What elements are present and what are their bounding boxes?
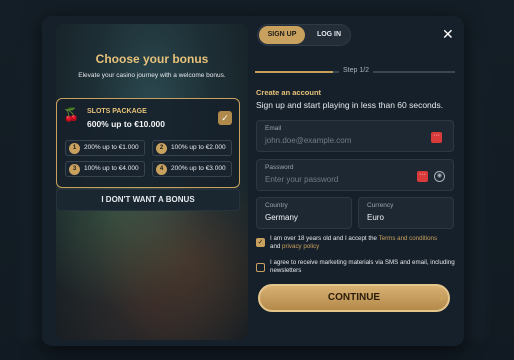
age-consent-checkbox[interactable]: ✓ <box>256 238 265 247</box>
terms-link[interactable]: Terms and conditions <box>379 235 437 242</box>
marketing-consent-text: I agree to receive marketing materials v… <box>270 259 455 274</box>
tier-item: 3 100% up to €4.000 <box>65 161 145 177</box>
country-select[interactable]: Country Germany <box>256 197 352 229</box>
password-manager-icon[interactable]: ··· <box>431 132 442 143</box>
package-amount: 600% up to €10.000 <box>87 119 165 129</box>
email-label: Email <box>265 125 282 132</box>
tier-item: 1 200% up to €1.000 <box>65 140 145 156</box>
form-heading: Create an account <box>256 88 322 97</box>
close-icon[interactable]: ✕ <box>442 26 454 43</box>
cherry-icon: 🍒 <box>63 107 80 122</box>
currency-select[interactable]: Currency Euro <box>358 197 454 229</box>
bonus-title: Choose your bonus <box>95 52 209 66</box>
selected-check-icon: ✓ <box>218 111 232 125</box>
form-subheading: Sign up and start playing in less than 6… <box>256 100 444 110</box>
tier-item: 2 100% up to €2.000 <box>152 140 232 156</box>
auth-tabs: SIGN UP LOG IN <box>257 24 351 46</box>
tab-sign-up[interactable]: SIGN UP <box>259 26 305 44</box>
step-label: Step 1/2 <box>339 67 374 74</box>
currency-label: Currency <box>367 202 394 209</box>
password-manager-icon[interactable]: ··· <box>417 171 428 182</box>
email-field[interactable]: Email john.doe@example.com ··· <box>256 120 454 152</box>
signup-form: SIGN UP LOG IN ✕ Step 1/2 Create an acco… <box>254 16 464 346</box>
tier-text: 200% up to €3.000 <box>171 165 226 172</box>
package-name: SLOTS PACKAGE <box>87 108 147 115</box>
marketing-consent-checkbox[interactable] <box>256 263 265 272</box>
step-progress-fill <box>255 71 333 73</box>
registration-modal: Choose your bonus Elevate your casino jo… <box>42 16 464 346</box>
tab-log-in[interactable]: LOG IN <box>308 26 350 44</box>
tier-text: 100% up to €4.000 <box>84 165 139 172</box>
privacy-link[interactable]: privacy policy <box>282 243 319 250</box>
password-label: Password <box>265 164 294 171</box>
password-placeholder: Enter your password <box>265 175 339 184</box>
tier-text: 200% up to €1.000 <box>84 144 139 151</box>
slots-package-card[interactable]: 🍒 SLOTS PACKAGE 600% up to €10.000 ✓ 1 2… <box>56 98 240 188</box>
country-label: Country <box>265 202 288 209</box>
tier-number: 1 <box>69 143 80 154</box>
continue-button[interactable]: CONTINUE <box>258 284 450 312</box>
age-consent-text: I am over 18 years old and I accept the … <box>270 235 456 251</box>
password-field[interactable]: Password Enter your password ··· ◉ <box>256 159 454 191</box>
country-value: Germany <box>265 213 298 222</box>
no-bonus-button[interactable]: I DON'T WANT A BONUS <box>56 189 240 211</box>
age-consent-pre: I am over 18 years old and I accept the <box>270 235 379 242</box>
email-placeholder: john.doe@example.com <box>265 136 352 145</box>
bonus-subtitle: Elevate your casino journey with a welco… <box>78 72 226 79</box>
tier-number: 2 <box>156 143 167 154</box>
eye-icon[interactable]: ◉ <box>434 171 445 182</box>
tier-number: 3 <box>69 164 80 175</box>
currency-value: Euro <box>367 213 384 222</box>
tier-item: 4 200% up to €3.000 <box>152 161 232 177</box>
tier-text: 100% up to €2.000 <box>171 144 226 151</box>
right-wing-icon: ▶ <box>440 292 447 302</box>
age-consent-mid: and <box>270 243 283 250</box>
tier-number: 4 <box>156 164 167 175</box>
